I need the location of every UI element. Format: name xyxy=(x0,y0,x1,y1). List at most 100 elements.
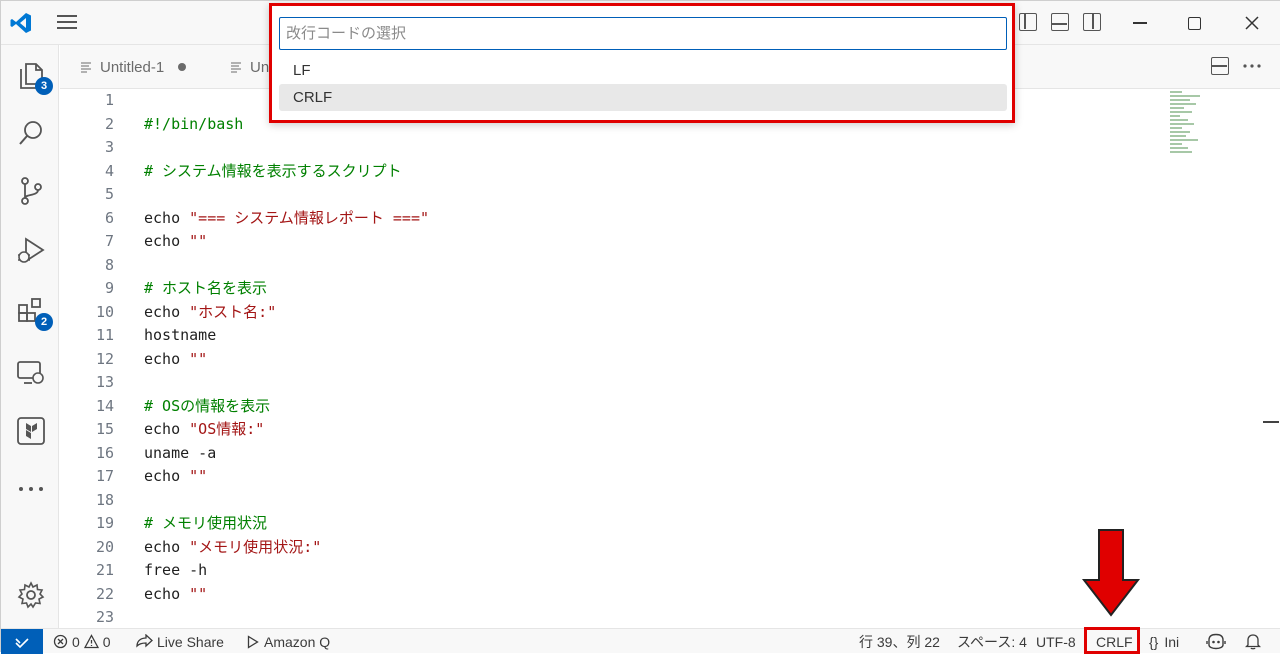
extensions-icon[interactable]: 2 xyxy=(13,293,53,331)
problems-indicator[interactable]: 0 0 xyxy=(53,629,111,654)
line-number: 9 xyxy=(104,279,114,297)
maximize-icon[interactable] xyxy=(1179,9,1209,37)
code-line[interactable]: 10 echo "ホスト名:" xyxy=(60,301,1160,325)
code-line[interactable]: 5 xyxy=(60,183,1160,207)
eol-option-crlf[interactable]: CRLF xyxy=(279,84,1007,111)
code-line[interactable]: 14 # OSの情報を表示 xyxy=(60,395,1160,419)
search-icon[interactable] xyxy=(13,115,49,151)
cursor-position[interactable]: 行 39、列 22 xyxy=(859,629,940,654)
split-editor-icon[interactable] xyxy=(1211,57,1229,75)
code-line[interactable]: 19 # メモリ使用状況 xyxy=(60,512,1160,536)
tab-untitled-1[interactable]: Untitled-1 xyxy=(60,45,200,89)
play-icon xyxy=(247,634,259,649)
unsaved-dot-icon[interactable] xyxy=(178,63,187,71)
code-line[interactable]: 15 echo "OS情報:" xyxy=(60,418,1160,442)
line-number: 7 xyxy=(104,232,114,250)
remote-indicator[interactable] xyxy=(1,629,43,654)
code-token: echo xyxy=(144,467,190,485)
explorer-badge: 3 xyxy=(35,77,53,95)
scrollbar-cursor-marker[interactable] xyxy=(1263,421,1279,423)
more-icon[interactable] xyxy=(13,471,49,507)
tab-untitled-2[interactable]: Un xyxy=(210,45,270,89)
toggle-secondary-sidebar-icon[interactable] xyxy=(1083,13,1101,31)
line-number: 19 xyxy=(95,514,114,532)
menu-icon[interactable] xyxy=(57,15,79,31)
code-line[interactable]: 18 xyxy=(60,489,1160,513)
code-line[interactable]: 6 echo "=== システム情報レポート ===" xyxy=(60,207,1160,231)
remote-explorer-icon[interactable] xyxy=(13,355,49,391)
code-token: "" xyxy=(189,349,208,368)
more-actions-icon[interactable] xyxy=(1242,57,1264,75)
code-token: # ホスト名を表示 xyxy=(144,279,268,297)
toggle-panel-icon[interactable] xyxy=(1051,13,1069,31)
line-code: echo "" xyxy=(144,348,207,372)
code-token: echo xyxy=(144,584,190,603)
indentation-setting[interactable]: スペース: 4 xyxy=(957,629,1027,654)
line-number: 13 xyxy=(95,373,114,391)
run-debug-icon[interactable] xyxy=(13,233,49,269)
annotation-arrow-icon xyxy=(1081,529,1141,617)
explorer-icon[interactable]: 3 xyxy=(13,57,53,95)
code-line[interactable]: 9 # ホスト名を表示 xyxy=(60,277,1160,301)
code-line[interactable]: 11 hostname xyxy=(60,324,1160,348)
line-code: uname -a xyxy=(144,442,216,466)
code-line[interactable]: 17 echo "" xyxy=(60,465,1160,489)
code-line[interactable]: 7 echo "" xyxy=(60,230,1160,254)
code-token: "ホスト名:" xyxy=(189,302,277,321)
line-code: # システム情報を表示するスクリプト xyxy=(144,160,402,184)
toggle-primary-sidebar-icon[interactable] xyxy=(1019,13,1037,31)
line-code: echo "ホスト名:" xyxy=(144,301,276,325)
line-number: 15 xyxy=(95,420,114,438)
live-share-button[interactable]: Live Share xyxy=(135,629,224,654)
code-line[interactable]: 3 xyxy=(60,136,1160,160)
code-line[interactable]: 8 xyxy=(60,254,1160,278)
notifications-bell-icon[interactable] xyxy=(1245,629,1261,654)
status-bar: 0 0 Live Share Amazon Q 行 39、列 22 スペース: … xyxy=(1,627,1280,654)
code-token: "" xyxy=(189,232,208,250)
language-mode[interactable]: {} Ini xyxy=(1149,629,1179,654)
line-code: # ホスト名を表示 xyxy=(144,277,267,301)
code-token: # OSの情報を表示 xyxy=(144,396,271,415)
language-label: Ini xyxy=(1164,633,1180,650)
copilot-button[interactable] xyxy=(1206,629,1226,654)
line-number: 5 xyxy=(104,185,114,203)
code-line[interactable]: 16 uname -a xyxy=(60,442,1160,466)
terraform-icon[interactable] xyxy=(13,413,49,449)
code-line[interactable]: 12 echo "" xyxy=(60,348,1160,372)
line-number: 10 xyxy=(95,302,114,321)
eol-highlight-box xyxy=(1084,627,1140,654)
encoding-setting[interactable]: UTF-8 xyxy=(1036,629,1076,654)
line-code: # メモリ使用状況 xyxy=(144,512,267,536)
line-code: #!/bin/bash xyxy=(144,113,243,137)
line-code: echo "" xyxy=(144,230,207,254)
line-number: 16 xyxy=(95,443,114,462)
code-token: echo xyxy=(144,537,190,556)
minimap[interactable] xyxy=(1170,91,1204,161)
code-line[interactable]: 23 xyxy=(60,606,1160,630)
line-number: 17 xyxy=(95,467,114,485)
minimize-icon[interactable] xyxy=(1125,9,1155,37)
warning-count: 0 xyxy=(102,633,111,650)
code-line[interactable]: 4 # システム情報を表示するスクリプト xyxy=(60,160,1160,184)
line-code: echo "メモリ使用状況:" xyxy=(144,536,321,560)
source-control-icon[interactable] xyxy=(13,173,49,209)
line-number: 22 xyxy=(95,584,114,603)
line-number: 14 xyxy=(95,396,114,415)
line-code: free -h xyxy=(144,559,207,583)
line-number: 21 xyxy=(95,561,114,579)
code-token: # メモリ使用状況 xyxy=(144,514,268,532)
eol-option-lf[interactable]: LF xyxy=(279,57,1007,84)
file-lines-icon xyxy=(231,62,241,73)
code-token: uname -a xyxy=(144,443,217,462)
code-line[interactable]: 13 xyxy=(60,371,1160,395)
code-line[interactable]: 20 echo "メモリ使用状況:" xyxy=(60,536,1160,560)
code-line[interactable]: 22 echo "" xyxy=(60,583,1160,607)
vscode-logo-icon xyxy=(10,13,31,33)
line-code: hostname xyxy=(144,324,216,348)
eol-search-input[interactable] xyxy=(279,17,1007,50)
code-line[interactable]: 21 free -h xyxy=(60,559,1160,583)
settings-gear-icon[interactable] xyxy=(13,577,49,613)
code-token: # システム情報を表示するスクリプト xyxy=(144,161,402,180)
amazon-q-button[interactable]: Amazon Q xyxy=(247,629,330,654)
close-icon[interactable] xyxy=(1237,9,1267,37)
